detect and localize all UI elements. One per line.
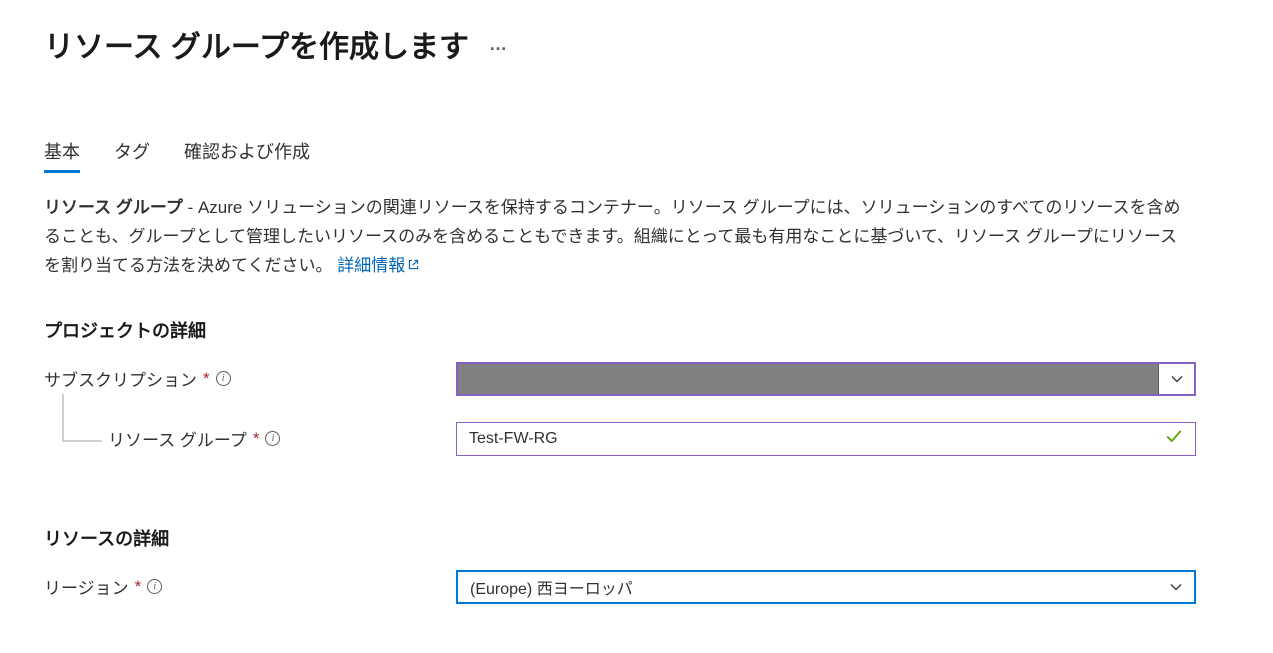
tab-review-create[interactable]: 確認および作成	[184, 138, 310, 172]
description-body: - Azure ソリューションの関連リソースを保持するコンテナー。リソース グル…	[44, 198, 1181, 275]
resource-group-input[interactable]: Test-FW-RG	[456, 422, 1196, 456]
chevron-down-icon	[1171, 373, 1183, 385]
required-indicator: *	[203, 369, 210, 389]
required-indicator: *	[253, 429, 260, 449]
form-tabs: 基本 タグ 確認および作成	[44, 138, 1229, 172]
subscription-label: サブスクリプション * i	[44, 366, 456, 391]
tab-basic[interactable]: 基本	[44, 138, 80, 172]
info-icon[interactable]: i	[216, 371, 231, 386]
region-value: (Europe) 西ヨーロッパ	[470, 575, 633, 599]
section-resource-details: リソースの詳細	[44, 525, 1229, 551]
checkmark-icon	[1165, 427, 1183, 450]
learn-more-link[interactable]: 詳細情報	[337, 256, 420, 275]
subscription-select[interactable]	[456, 362, 1196, 396]
chevron-down-icon	[1170, 581, 1182, 593]
tree-connector	[62, 394, 102, 442]
required-indicator: *	[135, 577, 142, 597]
region-label: リージョン * i	[44, 574, 456, 599]
section-project-details: プロジェクトの詳細	[44, 317, 1229, 343]
page-title: リソース グループを作成します	[44, 22, 469, 66]
info-icon[interactable]: i	[265, 431, 280, 446]
description-text: リソース グループ - Azure ソリューションの関連リソースを保持するコンテ…	[44, 194, 1184, 281]
learn-more-text: 詳細情報	[337, 256, 405, 275]
region-select[interactable]: (Europe) 西ヨーロッパ	[456, 570, 1196, 604]
info-icon[interactable]: i	[147, 579, 162, 594]
tab-tags[interactable]: タグ	[114, 138, 150, 172]
resource-group-value: Test-FW-RG	[469, 430, 558, 448]
description-lead: リソース グループ	[44, 198, 183, 217]
more-actions[interactable]: …	[489, 34, 509, 55]
resource-group-label: リソース グループ * i	[44, 426, 456, 451]
external-link-icon	[407, 252, 420, 281]
